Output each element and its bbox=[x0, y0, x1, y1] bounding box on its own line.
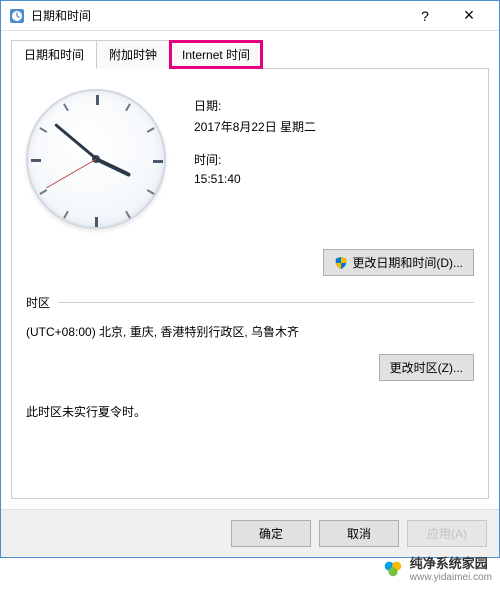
hand-hour bbox=[95, 157, 131, 177]
time-label: 时间: bbox=[194, 151, 474, 168]
clock-tick bbox=[63, 211, 69, 219]
titlebar-buttons: ? × bbox=[403, 1, 491, 31]
clock-tick bbox=[95, 217, 98, 227]
clock-tick bbox=[125, 211, 131, 219]
timezone-value: (UTC+08:00) 北京, 重庆, 香港特别行政区, 乌鲁木齐 bbox=[26, 323, 474, 340]
clock-tick bbox=[147, 189, 155, 195]
watermark: 纯净系统家园 www.yidaimei.com bbox=[382, 553, 492, 583]
cancel-button[interactable]: 取消 bbox=[319, 520, 399, 547]
apply-button[interactable]: 应用(A) bbox=[407, 520, 487, 547]
tab-datetime[interactable]: 日期和时间 bbox=[11, 40, 97, 69]
hand-second bbox=[46, 159, 97, 189]
dst-info: 此时区未实行夏令时。 bbox=[26, 403, 474, 420]
change-timezone-label: 更改时区(Z)... bbox=[390, 359, 463, 376]
timezone-section-title: 时区 bbox=[26, 294, 50, 311]
timezone-section-header: 时区 bbox=[26, 294, 474, 311]
change-datetime-row: 更改日期和时间(D)... bbox=[26, 249, 474, 276]
window-icon bbox=[9, 8, 25, 24]
change-datetime-label: 更改日期和时间(D)... bbox=[352, 254, 463, 271]
dialog-button-row: 确定 取消 应用(A) bbox=[1, 509, 499, 557]
watermark-icon bbox=[382, 557, 404, 579]
change-timezone-row: 更改时区(Z)... bbox=[26, 354, 474, 381]
watermark-url: www.yidaimei.com bbox=[410, 572, 492, 583]
time-value: 15:51:40 bbox=[194, 172, 474, 186]
clock-tick bbox=[63, 103, 69, 111]
clock-tick bbox=[147, 127, 155, 133]
clock-tick bbox=[125, 103, 131, 111]
datetime-settings-window: 日期和时间 ? × 日期和时间 附加时钟 Internet 时间 日期: 201… bbox=[0, 0, 500, 558]
shield-icon bbox=[334, 256, 348, 270]
watermark-text-wrap: 纯净系统家园 www.yidaimei.com bbox=[410, 553, 492, 583]
titlebar: 日期和时间 ? × bbox=[1, 1, 499, 31]
tab-internet-time[interactable]: Internet 时间 bbox=[169, 40, 263, 69]
clock-tick bbox=[153, 160, 163, 163]
close-button[interactable]: × bbox=[447, 1, 491, 31]
analog-clock bbox=[26, 89, 176, 239]
date-value: 2017年8月22日 星期二 bbox=[194, 118, 474, 135]
datetime-top-row: 日期: 2017年8月22日 星期二 时间: 15:51:40 bbox=[26, 89, 474, 239]
watermark-text: 纯净系统家园 bbox=[410, 553, 492, 572]
window-title: 日期和时间 bbox=[31, 7, 403, 24]
clock-tick bbox=[39, 189, 47, 195]
tab-bar: 日期和时间 附加时钟 Internet 时间 bbox=[11, 39, 489, 69]
ok-button[interactable]: 确定 bbox=[231, 520, 311, 547]
datetime-info: 日期: 2017年8月22日 星期二 时间: 15:51:40 bbox=[194, 89, 474, 239]
clock-tick bbox=[96, 95, 99, 105]
change-timezone-button[interactable]: 更改时区(Z)... bbox=[379, 354, 474, 381]
change-datetime-button[interactable]: 更改日期和时间(D)... bbox=[323, 249, 474, 276]
hand-minute bbox=[54, 123, 97, 160]
clock-tick bbox=[39, 127, 47, 133]
date-label: 日期: bbox=[194, 97, 474, 114]
tab-panel-datetime: 日期: 2017年8月22日 星期二 时间: 15:51:40 更改日期和时间(… bbox=[11, 69, 489, 499]
section-divider bbox=[58, 302, 474, 303]
clock-tick bbox=[31, 159, 41, 162]
help-button[interactable]: ? bbox=[403, 1, 447, 31]
tab-additional-clocks[interactable]: 附加时钟 bbox=[96, 40, 170, 69]
content-area: 日期和时间 附加时钟 Internet 时间 日期: 2017年8月22日 星期… bbox=[1, 31, 499, 509]
